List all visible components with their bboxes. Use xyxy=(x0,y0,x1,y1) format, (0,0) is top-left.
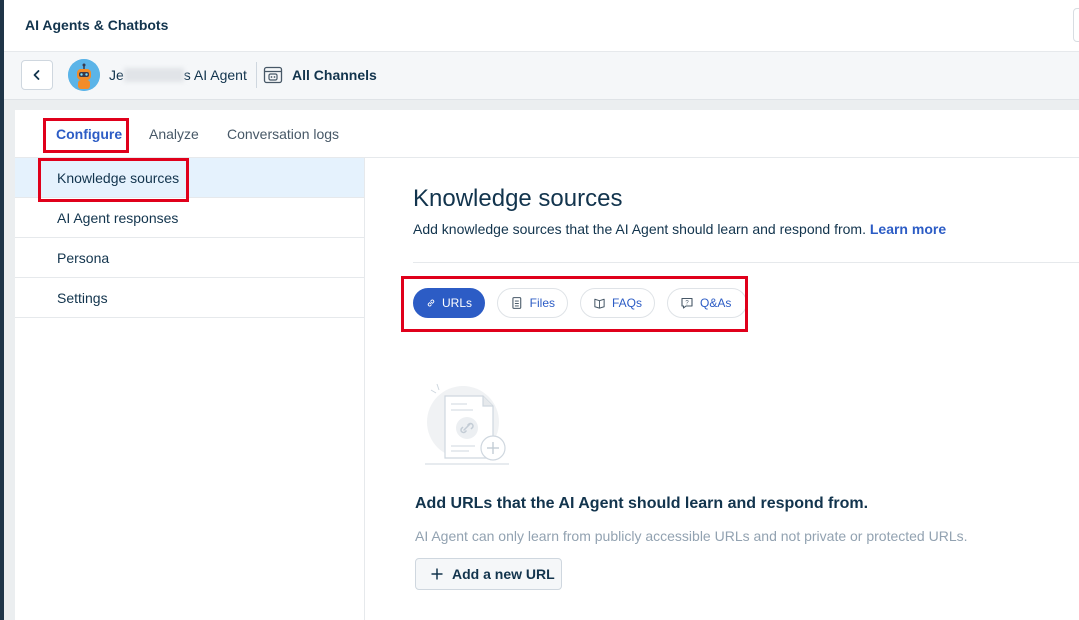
agent-avatar xyxy=(68,59,100,91)
sidebar-item-label: AI Agent responses xyxy=(57,210,179,226)
page-title: Knowledge sources xyxy=(413,185,623,212)
header-right-control[interactable] xyxy=(1073,8,1079,42)
channels-icon xyxy=(263,66,283,84)
sidebar: Knowledge sources AI Agent responses Per… xyxy=(15,158,365,620)
agent-name-prefix: Je xyxy=(109,67,124,83)
content-divider xyxy=(413,262,1079,263)
add-url-button-label: Add a new URL xyxy=(452,566,555,582)
empty-state-title: Add URLs that the AI Agent should learn … xyxy=(415,495,869,512)
empty-state-description: AI Agent can only learn from publicly ac… xyxy=(415,528,968,544)
plus-icon xyxy=(431,568,443,580)
tab-conversation-logs[interactable]: Conversation logs xyxy=(227,126,339,142)
agent-bar: Je s AI Agent All Channels xyxy=(4,52,1079,100)
empty-state-illustration xyxy=(425,383,509,465)
sidebar-item-settings[interactable]: Settings xyxy=(15,278,364,318)
all-channels-label[interactable]: All Channels xyxy=(292,67,377,83)
tab-analyze[interactable]: Analyze xyxy=(149,126,199,142)
top-header: AI Agents & Chatbots xyxy=(4,0,1079,52)
chevron-left-icon xyxy=(33,70,40,80)
page-description-text: Add knowledge sources that the AI Agent … xyxy=(413,221,866,237)
agent-name-suffix: s AI Agent xyxy=(183,67,247,83)
sidebar-item-label: Settings xyxy=(57,290,108,306)
learn-more-link[interactable]: Learn more xyxy=(870,221,946,237)
page-description: Add knowledge sources that the AI Agent … xyxy=(413,221,946,237)
agent-bar-divider xyxy=(256,62,257,88)
back-button[interactable] xyxy=(21,60,53,90)
sidebar-item-ai-agent-responses[interactable]: AI Agent responses xyxy=(15,198,364,238)
add-url-button[interactable]: Add a new URL xyxy=(415,558,562,590)
tab-bar: Configure Analyze Conversation logs xyxy=(15,110,1079,158)
sidebar-item-persona[interactable]: Persona xyxy=(15,238,364,278)
sidebar-item-label: Persona xyxy=(57,250,110,266)
redacted-name xyxy=(123,68,184,82)
configure-highlight-box xyxy=(43,118,129,153)
content-area: Knowledge sources Add knowledge sources … xyxy=(365,158,1079,620)
source-types-highlight-box xyxy=(401,276,748,332)
main-panel: Configure Analyze Conversation logs Know… xyxy=(15,110,1079,620)
agent-name: Je s AI Agent xyxy=(109,67,247,83)
app-title: AI Agents & Chatbots xyxy=(25,17,169,33)
knowledge-sources-highlight-box xyxy=(38,158,189,202)
